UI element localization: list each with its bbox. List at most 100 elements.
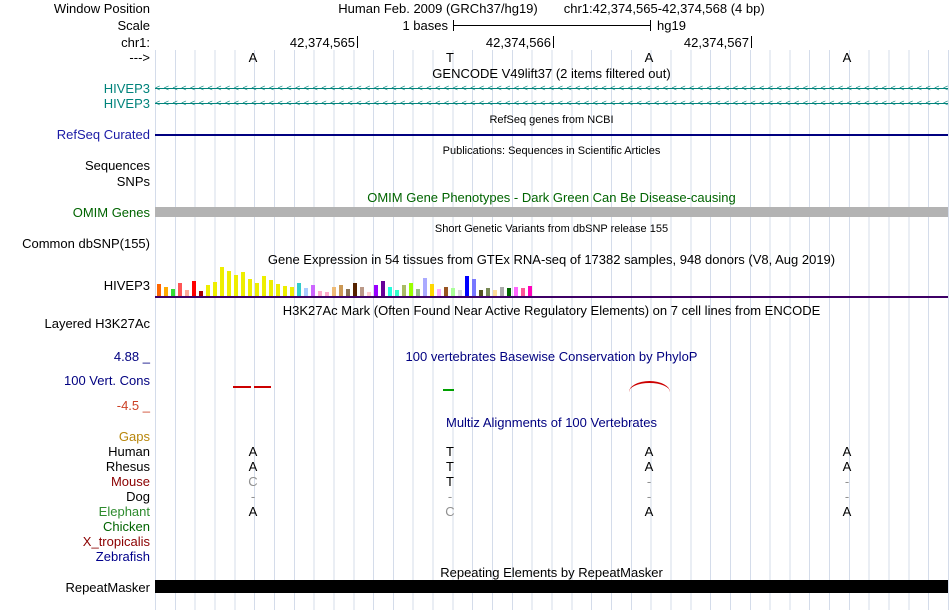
gtex-tissue-bar[interactable] xyxy=(465,276,469,296)
gtex-tissue-bar[interactable] xyxy=(178,283,182,296)
dbsnp-track-label[interactable]: Common dbSNP(155) xyxy=(0,236,150,251)
gtex-tissue-bar[interactable] xyxy=(234,275,238,296)
gtex-tissue-bar[interactable] xyxy=(241,272,245,296)
gtex-tissue-bar[interactable] xyxy=(311,285,315,296)
species-label-zebrafish[interactable]: Zebrafish xyxy=(0,549,150,564)
gtex-tissue-bar[interactable] xyxy=(290,287,294,296)
gtex-tissue-bar[interactable] xyxy=(472,279,476,296)
gtex-tissue-bar[interactable] xyxy=(304,288,308,296)
sequences-track-label[interactable]: Sequences xyxy=(0,158,150,173)
snps-track-label[interactable]: SNPs xyxy=(0,174,150,189)
publications-track-title[interactable]: Publications: Sequences in Scientific Ar… xyxy=(155,144,948,159)
gtex-tissue-bar[interactable] xyxy=(416,289,420,296)
alignment-base: C xyxy=(248,474,258,489)
refseq-track-title[interactable]: RefSeq genes from NCBI xyxy=(155,113,948,128)
gtex-tissue-bar[interactable] xyxy=(220,267,224,296)
scale-value: 1 bases xyxy=(402,18,448,33)
refseq-track-label[interactable]: RefSeq Curated xyxy=(0,127,150,142)
gtex-tissue-bar[interactable] xyxy=(248,279,252,296)
gtex-gene-label[interactable]: HIVEP3 xyxy=(0,278,150,293)
gtex-tissue-bar[interactable] xyxy=(430,284,434,296)
gtex-tissue-bar[interactable] xyxy=(283,286,287,296)
phylop-mark-dash xyxy=(254,386,271,388)
conservation-track-title[interactable]: 100 vertebrates Basewise Conservation by… xyxy=(155,349,948,364)
gtex-tissue-bar[interactable] xyxy=(157,284,161,296)
gtex-tissue-bar[interactable] xyxy=(500,287,504,296)
alignment-base: A xyxy=(842,459,852,474)
gtex-tissue-bar[interactable] xyxy=(360,287,364,296)
gtex-tissue-bar[interactable] xyxy=(444,287,448,296)
gtex-tissue-bar[interactable] xyxy=(192,281,196,296)
gtex-baseline xyxy=(155,296,948,298)
reference-base: A xyxy=(248,50,258,65)
conservation-track-label[interactable]: 100 Vert. Cons xyxy=(0,373,150,388)
alignment-base: - xyxy=(250,489,256,504)
repeatmasker-track-label[interactable]: RepeatMasker xyxy=(0,580,150,595)
scale-assembly: hg19 xyxy=(657,18,686,33)
phylop-min-value: -4.5 _ xyxy=(116,398,150,413)
gtex-track-title[interactable]: Gene Expression in 54 tissues from GTEx … xyxy=(155,252,948,267)
gtex-tissue-bar[interactable] xyxy=(276,284,280,296)
gtex-tissue-bar[interactable] xyxy=(423,278,427,296)
gene-strand-arrows[interactable]: <<<<<<<<<<<<<<<<<<<<<<<<<<<<<<<<<<<<<<<<… xyxy=(155,81,948,96)
gtex-tissue-bar[interactable] xyxy=(213,282,217,296)
gtex-tissue-bar[interactable] xyxy=(206,285,210,296)
chrom-label: chr1: xyxy=(121,35,150,50)
gtex-tissue-bar[interactable] xyxy=(353,283,357,296)
gtex-tissue-bar[interactable] xyxy=(332,287,336,296)
gencode-track-title[interactable]: GENCODE V49lift37 (2 items filtered out) xyxy=(155,66,948,81)
repeatmasker-track-title[interactable]: Repeating Elements by RepeatMasker xyxy=(155,565,948,580)
gtex-tissue-bar[interactable] xyxy=(514,287,518,296)
refseq-gene-bar[interactable] xyxy=(155,134,948,136)
species-label-rhesus[interactable]: Rhesus xyxy=(0,459,150,474)
alignment-base: - xyxy=(646,489,652,504)
gtex-tissue-bar[interactable] xyxy=(451,288,455,296)
gtex-bar-chart[interactable] xyxy=(155,266,948,296)
alignment-base: - xyxy=(844,474,850,489)
gtex-tissue-bar[interactable] xyxy=(437,289,441,296)
gtex-tissue-bar[interactable] xyxy=(521,288,525,296)
gene-label-hivep3-2[interactable]: HIVEP3 xyxy=(0,96,150,111)
gtex-tissue-bar[interactable] xyxy=(255,283,259,296)
reference-base: A xyxy=(644,50,654,65)
gtex-tissue-bar[interactable] xyxy=(164,287,168,296)
multiz-track-title[interactable]: Multiz Alignments of 100 Vertebrates xyxy=(155,415,948,430)
gene-strand-arrows[interactable]: <<<<<<<<<<<<<<<<<<<<<<<<<<<<<<<<<<<<<<<<… xyxy=(155,96,948,111)
gtex-tissue-bar[interactable] xyxy=(346,289,350,296)
gtex-tissue-bar[interactable] xyxy=(528,286,532,296)
gtex-tissue-bar[interactable] xyxy=(374,285,378,296)
species-label-x-tropicalis[interactable]: X_tropicalis xyxy=(0,534,150,549)
repeatmasker-bar[interactable] xyxy=(155,580,948,593)
assembly-name: Human Feb. 2009 (GRCh37/hg19) xyxy=(338,1,538,16)
dbsnp-track-title[interactable]: Short Genetic Variants from dbSNP releas… xyxy=(155,222,948,237)
scale-label: Scale xyxy=(117,18,150,33)
gtex-tissue-bar[interactable] xyxy=(381,281,385,296)
gtex-tissue-bar[interactable] xyxy=(339,285,343,296)
alignment-base: - xyxy=(447,489,453,504)
omim-track-label[interactable]: OMIM Genes xyxy=(0,205,150,220)
species-label-dog[interactable]: Dog xyxy=(0,489,150,504)
species-label-mouse[interactable]: Mouse xyxy=(0,474,150,489)
gaps-label[interactable]: Gaps xyxy=(0,429,150,444)
gtex-tissue-bar[interactable] xyxy=(507,288,511,296)
alignment-base: A xyxy=(842,504,852,519)
species-label-human[interactable]: Human xyxy=(0,444,150,459)
omim-track-title[interactable]: OMIM Gene Phenotypes - Dark Green Can Be… xyxy=(155,190,948,205)
species-label-chicken[interactable]: Chicken xyxy=(0,519,150,534)
h3k27ac-track-label[interactable]: Layered H3K27Ac xyxy=(0,316,150,331)
gtex-tissue-bar[interactable] xyxy=(262,276,266,296)
gene-label-hivep3-1[interactable]: HIVEP3 xyxy=(0,81,150,96)
gtex-tissue-bar[interactable] xyxy=(269,280,273,296)
h3k27ac-track-title[interactable]: H3K27Ac Mark (Often Found Near Active Re… xyxy=(155,303,948,318)
gtex-tissue-bar[interactable] xyxy=(171,289,175,296)
gtex-tissue-bar[interactable] xyxy=(388,287,392,296)
gtex-tissue-bar[interactable] xyxy=(409,283,413,296)
species-label-elephant[interactable]: Elephant xyxy=(0,504,150,519)
alignment-base: A xyxy=(248,444,258,459)
gtex-tissue-bar[interactable] xyxy=(486,288,490,296)
omim-gene-bar[interactable] xyxy=(155,207,948,217)
gtex-tissue-bar[interactable] xyxy=(227,271,231,296)
gtex-tissue-bar[interactable] xyxy=(402,285,406,296)
strand-label: ---> xyxy=(129,50,150,65)
gtex-tissue-bar[interactable] xyxy=(297,283,301,296)
